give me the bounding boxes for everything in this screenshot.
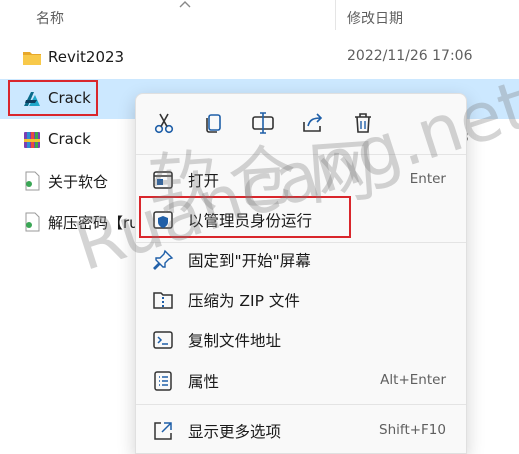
properties-icon — [154, 371, 172, 391]
url-file-icon — [25, 171, 40, 191]
pin-icon — [153, 249, 174, 270]
copy-icon[interactable] — [201, 110, 227, 136]
archive-icon — [24, 132, 40, 148]
menu-item-shortcut: Enter — [409, 171, 446, 187]
menu-item-copy-path[interactable]: 复制文件地址 — [140, 319, 462, 359]
file-name: Revit2023 — [48, 48, 125, 66]
delete-icon[interactable] — [350, 110, 376, 136]
column-divider[interactable] — [335, 0, 336, 30]
menu-item-properties[interactable]: 属性 Alt+Enter — [140, 360, 462, 400]
more-options-icon — [154, 422, 172, 440]
open-icon — [153, 171, 173, 189]
file-name: 关于软仓 — [48, 173, 109, 191]
menu-item-label: 显示更多选项 — [188, 423, 282, 441]
menu-item-label: 属性 — [188, 373, 220, 391]
name-column-header[interactable]: 名称 — [36, 8, 64, 28]
zip-icon — [153, 292, 173, 309]
menu-item-open[interactable]: 打开 Enter — [140, 159, 462, 199]
menu-item-pin-to-start[interactable]: 固定到"开始"屏幕 — [140, 239, 462, 279]
annotation-highlight — [8, 80, 98, 116]
sort-ascending-icon[interactable] — [178, 0, 192, 10]
menu-item-compress-zip[interactable]: 压缩为 ZIP 文件 — [140, 279, 462, 319]
column-header: 名称 修改日期 — [0, 0, 519, 34]
file-explorer: 名称 修改日期 Revit2023 2022/11/26 17:06 Crack — [0, 0, 519, 454]
menu-item-label: 固定到"开始"屏幕 — [188, 252, 311, 270]
context-menu: 打开 Enter 以管理员身份运行 固定到"开始"屏幕 压缩为 ZIP 文件 复… — [135, 93, 467, 454]
share-icon[interactable] — [300, 110, 326, 136]
file-name: Crack — [48, 130, 91, 148]
menu-item-show-more-options[interactable]: 显示更多选项 Shift+F10 — [140, 410, 462, 450]
quick-actions-bar — [136, 94, 468, 150]
cut-icon[interactable] — [151, 110, 177, 136]
date-column-header[interactable]: 修改日期 — [347, 8, 403, 28]
folder-icon — [23, 52, 41, 65]
file-row[interactable]: Revit2023 2022/11/26 17:06 — [0, 38, 519, 78]
menu-item-label: 打开 — [188, 172, 220, 190]
file-name: 解压密码【ru — [48, 214, 139, 232]
url-file-icon — [25, 212, 40, 232]
menu-separator — [136, 154, 466, 155]
menu-item-shortcut: Shift+F10 — [379, 422, 446, 438]
copy-path-icon — [153, 331, 173, 349]
menu-separator — [136, 404, 466, 405]
annotation-highlight — [139, 196, 351, 238]
menu-item-label: 复制文件地址 — [188, 332, 282, 350]
menu-item-label: 压缩为 ZIP 文件 — [188, 292, 300, 310]
rename-icon[interactable] — [250, 110, 276, 136]
menu-item-shortcut: Alt+Enter — [380, 372, 446, 388]
file-date: 2022/11/26 17:06 — [347, 48, 473, 64]
